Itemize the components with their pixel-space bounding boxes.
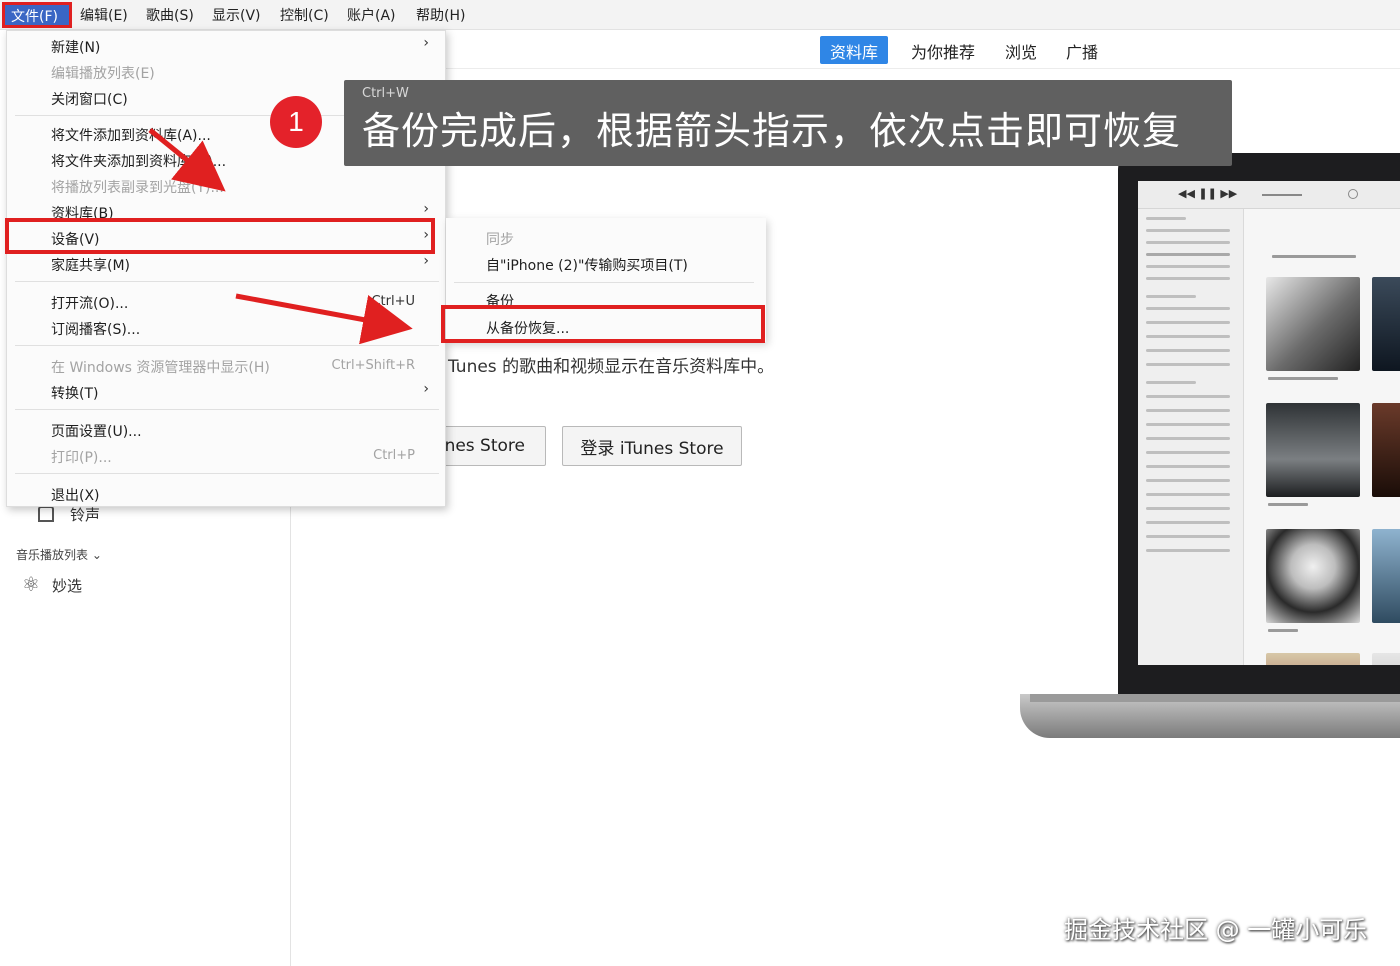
sign-in-itunes-store-button[interactable]: 登录 iTunes Store: [562, 426, 742, 466]
menu-item-label: 关闭窗口(C): [51, 92, 128, 108]
menu-bar: 文件(F) 编辑(E) 歌曲(S) 显示(V) 控制(C) 账户(A) 帮助(H…: [0, 0, 1400, 30]
menu-item-label: 新建(N): [51, 40, 101, 56]
album-cover: [1266, 277, 1360, 371]
menu-edit[interactable]: 编辑(E): [80, 5, 128, 25]
album-cover: [1372, 403, 1400, 497]
menu-help[interactable]: 帮助(H): [416, 5, 465, 25]
menu-item-label: 退出(X): [51, 488, 100, 504]
instruction-text: 备份完成后，根据箭头指示，依次点击即可恢复: [362, 109, 1182, 153]
menu-item-shortcut: Ctrl+P: [373, 448, 415, 463]
volume-slider-icon: [1262, 194, 1302, 196]
playlists-header[interactable]: 音乐播放列表 ⌄: [16, 546, 102, 563]
album-cover: [1372, 653, 1400, 665]
menu-file[interactable]: 文件(F): [2, 2, 72, 28]
sidebar-item-ringtones[interactable]: 铃声: [38, 504, 100, 525]
menu-item-label: 在 Windows 资源管理器中显示(H): [51, 360, 270, 376]
menu-song[interactable]: 歌曲(S): [146, 5, 194, 25]
tab-library[interactable]: 资料库: [820, 36, 889, 64]
chevron-right-icon: ›: [423, 253, 429, 269]
menu-item-shortcut: Ctrl+U: [371, 294, 415, 309]
laptop-screen: ◀◀ ❚❚ ▶▶: [1138, 181, 1400, 665]
album-cover: [1266, 653, 1360, 665]
menu-item-new[interactable]: 新建(N) ›: [7, 33, 447, 59]
menu-separator: [15, 473, 439, 474]
menu-account[interactable]: 账户(A): [347, 5, 396, 25]
menu-item-label: 家庭共享(M): [51, 258, 131, 274]
album-cover: [1266, 403, 1360, 497]
chevron-right-icon: ›: [423, 35, 429, 51]
player-controls-icon: ◀◀ ❚❚ ▶▶: [1178, 187, 1238, 200]
restore-highlight-box: [441, 305, 765, 343]
menu-item-subscribe-podcast[interactable]: 订阅播客(S)...: [7, 315, 447, 341]
menu-separator: [15, 281, 439, 282]
menu-item-page-setup[interactable]: 页面设置(U)...: [7, 417, 447, 443]
laptop-sidebar: [1138, 209, 1244, 665]
menu-item-label: 将文件夹添加到资料库(D)...: [51, 154, 227, 170]
submenu-item-transfer-purchases[interactable]: 自"iPhone (2)"传输购买项目(T): [486, 255, 688, 275]
submenu-item-sync: 同步: [486, 232, 514, 248]
album-cover: [1372, 277, 1400, 371]
menu-item-home-sharing[interactable]: 家庭共享(M) ›: [7, 251, 447, 277]
library-description: Tunes 的歌曲和视频显示在音乐资料库中。: [448, 357, 775, 377]
menu-item-exit[interactable]: 退出(X): [7, 481, 447, 507]
menu-item-label: 页面设置(U)...: [51, 424, 142, 440]
menu-separator: [15, 409, 439, 410]
menu-item-shortcut: Ctrl+Shift+R: [331, 358, 416, 373]
menu-separator: [454, 282, 754, 283]
album-cover: [1266, 529, 1360, 623]
search-icon: [1348, 189, 1358, 199]
go-to-store-label: nes Store: [444, 436, 525, 456]
genius-label: 妙选: [51, 577, 82, 595]
close-window-shortcut: Ctrl+W: [362, 86, 409, 101]
go-to-itunes-store-button[interactable]: nes Store: [430, 426, 546, 466]
devices-highlight-box: [5, 218, 435, 254]
menu-separator: [15, 345, 439, 346]
ringtones-label: 铃声: [70, 506, 101, 524]
menu-item-burn-playlist: 将播放列表副录到光盘(Y)...: [7, 173, 447, 199]
tabs-divider: [290, 68, 1400, 69]
instruction-banner: Ctrl+W 备份完成后，根据箭头指示，依次点击即可恢复: [344, 80, 1232, 166]
tab-browse[interactable]: 浏览: [1005, 36, 1037, 64]
chevron-right-icon: ›: [423, 381, 429, 397]
tab-radio[interactable]: 广播: [1066, 36, 1098, 64]
album-cover: [1372, 529, 1400, 623]
chevron-down-icon: ⌄: [88, 548, 102, 562]
menu-item-label: 将文件添加到资料库(A)...: [51, 128, 211, 144]
chevron-right-icon: ›: [423, 201, 429, 217]
menu-item-label: 订阅播客(S)...: [51, 322, 141, 338]
menu-item-label: 打印(P)...: [51, 450, 112, 466]
menu-item-open-stream[interactable]: 打开流(O)... Ctrl+U: [7, 289, 447, 315]
laptop-hinge: [1030, 694, 1400, 702]
menu-item-show-in-explorer: 在 Windows 资源管理器中显示(H) Ctrl+Shift+R: [7, 353, 447, 379]
watermark: 掘金技术社区 @ 一罐小可乐: [1064, 916, 1368, 944]
menu-controls[interactable]: 控制(C): [280, 5, 329, 25]
laptop-toolbar: ◀◀ ❚❚ ▶▶: [1138, 181, 1400, 209]
playlists-header-label: 音乐播放列表: [16, 548, 89, 562]
menu-view[interactable]: 显示(V): [212, 5, 261, 25]
step-number-badge: 1: [270, 96, 322, 148]
tab-for-you[interactable]: 为你推荐: [911, 36, 975, 64]
menu-item-print: 打印(P)... Ctrl+P: [7, 443, 447, 469]
bell-icon: [38, 506, 54, 522]
menu-item-convert[interactable]: 转换(T) ›: [7, 379, 447, 405]
sidebar-item-genius[interactable]: ⚛ 妙选: [22, 572, 82, 596]
menu-item-label: 打开流(O)...: [51, 296, 129, 312]
menu-item-label: 编辑播放列表(E): [51, 66, 155, 82]
genius-atom-icon: ⚛: [22, 572, 40, 596]
menu-item-label: 将播放列表副录到光盘(Y)...: [51, 180, 224, 196]
sign-in-store-label: 登录 iTunes Store: [580, 438, 724, 459]
laptop-image: ◀◀ ❚❚ ▶▶: [1118, 153, 1400, 698]
menu-item-label: 转换(T): [51, 386, 99, 402]
